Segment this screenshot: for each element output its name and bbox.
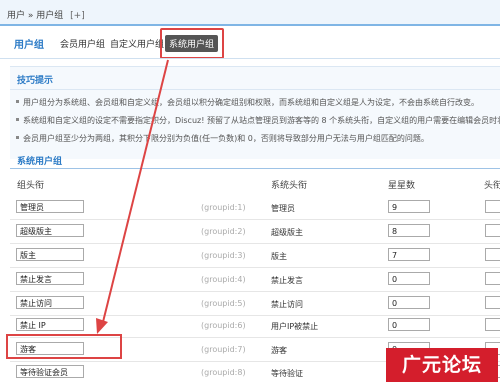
group-id: (groupid:3) xyxy=(201,251,246,260)
system-title: 禁止发言 xyxy=(271,276,303,285)
stars-input[interactable]: 0 xyxy=(388,272,430,285)
group-id: (groupid:6) xyxy=(201,321,246,330)
group-name-input[interactable]: 禁止发言 xyxy=(16,272,84,285)
tips-panel: 技巧提示 用户组分为系统组、会员组和自定义组，会员组以积分确定组别和权限，而系统… xyxy=(10,66,500,159)
head-input[interactable] xyxy=(485,318,500,331)
section-title: 系统用户组 xyxy=(17,157,63,167)
tab-user-groups[interactable]: 用户组 xyxy=(14,36,44,51)
tips-title: 技巧提示 xyxy=(17,76,54,86)
group-id: (groupid:7) xyxy=(201,345,246,354)
group-id: (groupid:5) xyxy=(201,299,246,308)
stars-input[interactable]: 0 xyxy=(388,318,430,331)
stars-input[interactable]: 0 xyxy=(388,296,430,309)
group-id: (groupid:4) xyxy=(201,275,246,284)
table-row: 禁止访问 (groupid:5) 禁止访问 0 xyxy=(0,292,500,316)
system-title: 用户IP被禁止 xyxy=(271,322,319,331)
head-input[interactable] xyxy=(485,272,500,285)
highlight-box-tab xyxy=(160,28,224,59)
tab-member-groups[interactable]: 会员用户组 xyxy=(60,37,105,50)
table-row: 禁止发言 (groupid:4) 禁止发言 0 xyxy=(0,268,500,292)
column-header-head: 头衔 xyxy=(484,181,500,191)
tip-line: 会员用户组至少分为两组，其积分下限分别为负值(任一负数)和 0，否则将导致部分用… xyxy=(16,133,429,144)
column-header-name: 组头衔 xyxy=(17,181,45,191)
bullet-icon xyxy=(16,118,19,121)
breadcrumb-separator: » xyxy=(27,11,34,21)
stars-input[interactable]: 8 xyxy=(388,224,430,237)
group-name-input[interactable]: 版主 xyxy=(16,248,84,261)
group-id: (groupid:1) xyxy=(201,203,246,212)
head-input[interactable] xyxy=(485,296,500,309)
system-title: 管理员 xyxy=(271,204,295,213)
head-input[interactable] xyxy=(485,224,500,237)
tab-custom-groups[interactable]: 自定义用户组 xyxy=(110,37,164,50)
bullet-icon xyxy=(16,100,19,103)
breadcrumb-root[interactable]: 用户 xyxy=(7,11,25,21)
group-name-input[interactable]: 禁止访问 xyxy=(16,296,84,309)
system-title: 版主 xyxy=(271,252,287,261)
stars-input[interactable]: 9 xyxy=(388,200,430,213)
tip-line: 系统组和自定义组的设定不需要指定积分，Discuz! 预留了从站点管理员到游客等… xyxy=(16,115,500,126)
highlight-box-guest xyxy=(6,334,122,359)
table-row: 管理员 (groupid:1) 管理员 9 xyxy=(0,196,500,220)
group-name-input[interactable]: 管理员 xyxy=(16,200,84,213)
stars-input[interactable]: 7 xyxy=(388,248,430,261)
section-divider xyxy=(10,168,500,169)
breadcrumb: 用户 » 用户组 [+] xyxy=(7,8,85,21)
tab-divider xyxy=(0,58,500,59)
head-input[interactable] xyxy=(485,248,500,261)
system-title: 禁止访问 xyxy=(271,300,303,309)
tip-line: 用户组分为系统组、会员组和自定义组，会员组以积分确定组别和权限，而系统组和自定义… xyxy=(16,97,479,108)
group-name-input[interactable]: 超级版主 xyxy=(16,224,84,237)
system-title: 游客 xyxy=(271,346,287,355)
group-name-input[interactable]: 等待验证会员 xyxy=(16,365,84,378)
bullet-icon xyxy=(16,136,19,139)
breadcrumb-current: 用户组 xyxy=(36,11,64,21)
column-header-system: 系统头衔 xyxy=(271,181,308,191)
table-row: 超级版主 (groupid:2) 超级版主 8 xyxy=(0,220,500,244)
system-title: 等待验证 xyxy=(271,369,303,378)
table-row: 版主 (groupid:3) 版主 7 xyxy=(0,244,500,268)
column-header-stars: 星星数 xyxy=(388,181,416,191)
group-name-input[interactable]: 禁止 IP xyxy=(16,318,84,331)
group-id: (groupid:2) xyxy=(201,227,246,236)
tab-bar: 用户组 会员用户组 自定义用户组 系统用户组 xyxy=(0,26,500,58)
watermark-logo: 广元论坛 xyxy=(386,348,498,382)
tips-divider xyxy=(10,89,500,90)
add-shortcut-button[interactable]: [+] xyxy=(70,11,85,21)
head-input[interactable] xyxy=(485,200,500,213)
system-title: 超级版主 xyxy=(271,228,303,237)
top-bar: 用户 » 用户组 [+] xyxy=(0,0,500,25)
group-id: (groupid:8) xyxy=(201,368,246,377)
